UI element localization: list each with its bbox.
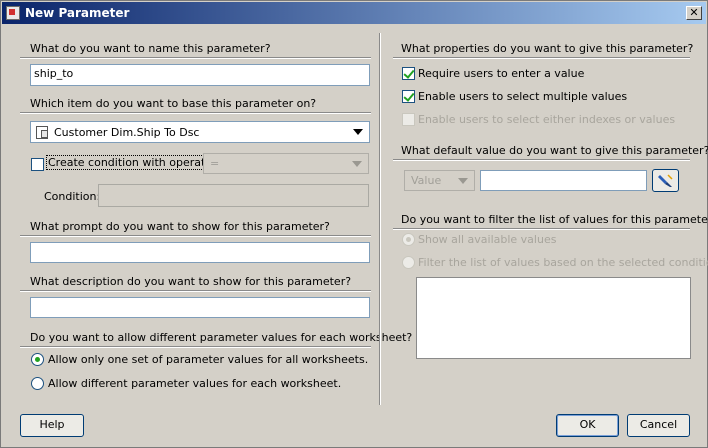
radio-different[interactable]: [31, 377, 44, 390]
indexes-values-checkbox[interactable]: [402, 113, 415, 126]
ok-button[interactable]: OK: [556, 414, 619, 437]
divider: [393, 159, 690, 161]
default-question: What default value do you want to give t…: [401, 144, 708, 157]
column-separator: [379, 33, 381, 405]
item-select-value: Customer Dim.Ship To Dsc: [54, 126, 200, 139]
properties-question: What properties do you want to give this…: [401, 42, 694, 55]
app-icon: [6, 6, 20, 20]
multiple-values-label: Enable users to select multiple values: [418, 90, 628, 103]
description-input[interactable]: [30, 297, 370, 318]
name-input[interactable]: ship_to: [30, 64, 370, 86]
divider: [393, 228, 690, 230]
item-icon: [36, 126, 48, 139]
ok-button-label: OK: [579, 418, 596, 431]
divider: [20, 235, 371, 237]
radio-filter-label: Filter the list of values based on the s…: [418, 256, 708, 269]
require-value-label: Require users to enter a value: [418, 67, 585, 80]
help-button-label: Help: [39, 418, 65, 431]
create-condition-checkbox[interactable]: [31, 158, 44, 171]
name-question: What do you want to name this parameter?: [30, 42, 271, 55]
divider: [20, 57, 371, 59]
new-parameter-dialog: New Parameter ✕ What do you want to name…: [0, 0, 708, 448]
operator-select-value: =: [210, 157, 220, 170]
cancel-button[interactable]: Cancel: [627, 414, 690, 437]
cancel-button-label: Cancel: [639, 418, 678, 431]
window-title: New Parameter: [25, 6, 130, 20]
item-select[interactable]: Customer Dim.Ship To Dsc: [30, 121, 370, 143]
divider: [20, 346, 371, 348]
radio-show-all-label: Show all available values: [418, 233, 557, 246]
radio-one-set-label: Allow only one set of parameter values f…: [48, 353, 369, 366]
default-type-value: Value: [411, 174, 442, 187]
default-value-input[interactable]: [480, 170, 647, 191]
flashlight-icon: [658, 174, 673, 187]
close-icon[interactable]: ✕: [686, 6, 702, 20]
filter-question: Do you want to filter the list of values…: [401, 213, 708, 226]
require-value-checkbox[interactable]: [402, 67, 415, 80]
description-question: What description do you want to show for…: [30, 275, 352, 288]
create-condition-label: Create condition with operator:: [46, 155, 223, 170]
value-picker-button[interactable]: [652, 169, 679, 192]
prompt-question: What prompt do you want to show for this…: [30, 220, 330, 233]
multiple-values-checkbox[interactable]: [402, 90, 415, 103]
indexes-values-label: Enable users to select either indexes or…: [418, 113, 676, 126]
radio-one-set[interactable]: [31, 353, 44, 366]
divider: [20, 290, 371, 292]
worksheet-question: Do you want to allow different parameter…: [30, 331, 413, 344]
radio-show-all[interactable]: [402, 233, 415, 246]
radio-different-label: Allow different parameter values for eac…: [48, 377, 342, 390]
chevron-down-icon: [352, 161, 362, 167]
item-question: Which item do you want to base this para…: [30, 97, 317, 110]
radio-filter-conditions[interactable]: [402, 256, 415, 269]
divider: [393, 57, 690, 59]
conditions-list[interactable]: [416, 277, 691, 359]
operator-select[interactable]: =: [203, 153, 369, 174]
chevron-down-icon: [458, 178, 468, 184]
chevron-down-icon: [353, 129, 363, 135]
default-type-select[interactable]: Value: [404, 170, 475, 191]
title-bar: New Parameter ✕: [2, 2, 706, 24]
divider: [20, 112, 371, 114]
help-button[interactable]: Help: [20, 414, 84, 437]
prompt-input[interactable]: [30, 242, 370, 263]
condition-label: Condition:: [44, 190, 101, 203]
condition-input[interactable]: [98, 184, 369, 207]
